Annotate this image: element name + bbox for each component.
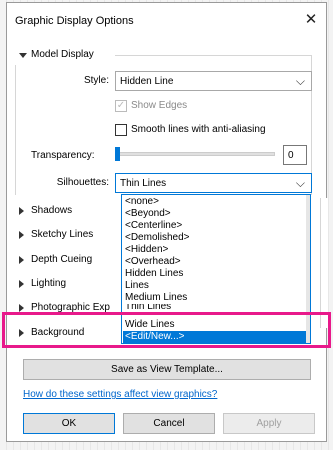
- style-select[interactable]: Hidden Line ⌵: [115, 71, 312, 91]
- ok-button[interactable]: OK: [23, 413, 115, 434]
- smooth-lines-label: Smooth lines with anti-aliasing: [131, 124, 266, 135]
- annotation-highlight-box: [2, 312, 331, 348]
- panel-edge: [320, 198, 328, 328]
- chevron-right-icon: [19, 280, 24, 288]
- transparency-slider-thumb[interactable]: [115, 147, 120, 161]
- chevron-right-icon: [19, 207, 24, 215]
- style-label: Style:: [83, 75, 109, 86]
- dropdown-option-beyond[interactable]: <Beyond>: [123, 208, 310, 220]
- save-as-view-template-button[interactable]: Save as View Template...: [23, 359, 311, 380]
- chevron-right-icon: [19, 231, 24, 239]
- transparency-input[interactable]: 0: [283, 145, 307, 165]
- smooth-lines-checkbox[interactable]: [115, 124, 127, 136]
- style-value: Hidden Line: [120, 76, 174, 87]
- transparency-slider-track[interactable]: [115, 152, 275, 156]
- close-icon[interactable]: ✕: [300, 9, 322, 31]
- dropdown-option-none[interactable]: <none>: [123, 196, 310, 208]
- dropdown-option-hidden-lines[interactable]: Hidden Lines: [123, 268, 310, 280]
- section-label: Model Display: [31, 49, 94, 60]
- chevron-right-icon: [19, 304, 24, 312]
- dropdown-option-demolished[interactable]: <Demolished>: [123, 232, 310, 244]
- chevron-down-icon: [19, 53, 27, 58]
- dropdown-option-overhead[interactable]: <Overhead>: [123, 256, 310, 268]
- cancel-button[interactable]: Cancel: [123, 413, 215, 434]
- show-edges-label: Show Edges: [131, 100, 188, 111]
- title-bar: Graphic Display Options ✕: [7, 3, 326, 35]
- graphic-display-options-dialog: Graphic Display Options ✕ Model Display …: [6, 2, 328, 442]
- chevron-right-icon: [19, 256, 24, 264]
- dropdown-option-medium-lines[interactable]: Medium Lines: [123, 292, 310, 304]
- dropdown-option-centerline[interactable]: <Centerline>: [123, 220, 310, 232]
- dropdown-option-hidden[interactable]: <Hidden>: [123, 244, 310, 256]
- help-link[interactable]: How do these settings affect view graphi…: [23, 389, 217, 400]
- silhouettes-select[interactable]: Thin Lines ⌵: [115, 173, 312, 193]
- dropdown-option-lines[interactable]: Lines: [123, 280, 310, 292]
- chevron-down-icon: ⌵: [295, 176, 305, 190]
- silhouettes-label: Silhouettes:: [56, 177, 109, 188]
- show-edges-checkbox[interactable]: ✓: [115, 100, 127, 112]
- apply-button[interactable]: Apply: [223, 413, 315, 434]
- dropdown-option-thin-lines[interactable]: Thin Lines: [123, 304, 310, 310]
- dialog-title: Graphic Display Options: [15, 15, 134, 27]
- chevron-down-icon: ⌵: [295, 74, 305, 88]
- transparency-label: Transparency:: [31, 150, 95, 161]
- silhouettes-value: Thin Lines: [120, 178, 167, 189]
